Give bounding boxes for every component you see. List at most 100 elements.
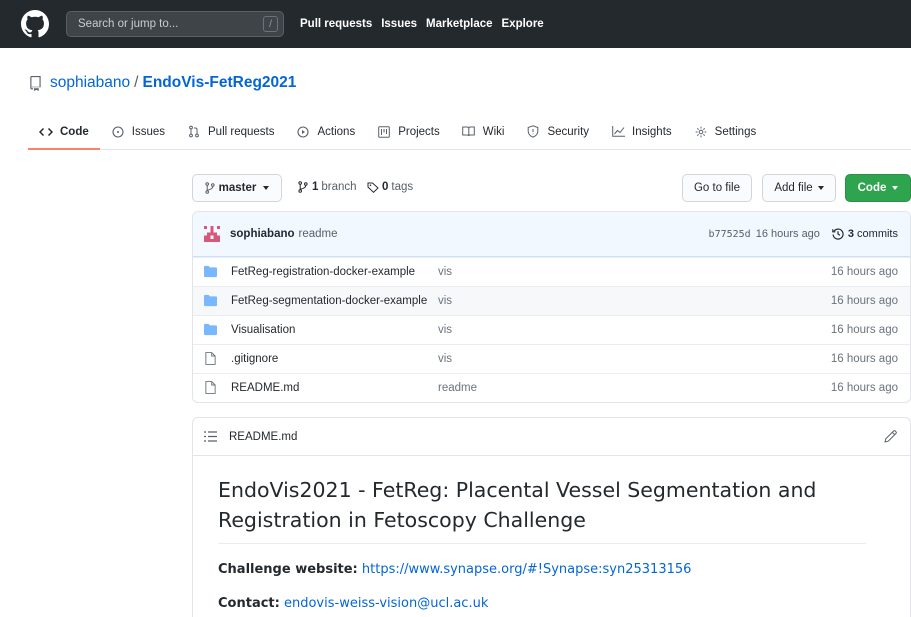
commit-message-link[interactable]: readme [299,228,338,240]
global-header: Search or jump to... / Pull requests Iss… [0,0,911,48]
tab-label: Security [547,125,590,138]
website-link[interactable]: https://www.synapse.org/#!Synapse:syn253… [362,562,692,577]
file-age: 16 hours ago [830,324,898,336]
go-to-file-button[interactable]: Go to file [682,174,752,202]
commit-details: b77525d 16 hours ago 3 commits [709,228,898,240]
tag-icon [367,182,379,193]
repo-owner-link[interactable]: sophiabano [50,74,130,92]
branch-icon [298,181,308,193]
tab-insights[interactable]: Insights [600,114,683,149]
challenge-website-line: Challenge website: https://www.synapse.o… [218,562,885,577]
file-name-link[interactable]: .gitignore [231,353,278,365]
file-row[interactable]: Visualisation vis 16 hours ago [193,315,910,344]
branch-select-button[interactable]: master [192,174,282,202]
github-logo-icon[interactable] [20,9,50,39]
chevron-down-icon [892,186,899,190]
commit-author-link[interactable]: sophiabano [230,228,295,240]
readme-filename: README.md [229,430,298,443]
tab-security[interactable]: Security [515,114,600,149]
avatar[interactable] [204,226,220,242]
branches-count: 1 [312,181,319,193]
add-file-label: Add file [774,182,813,194]
file-commit-link[interactable]: vis [438,353,452,365]
branches-link[interactable]: 1 branch [298,181,357,193]
tab-label: Wiki [482,125,505,138]
repo-separator: / [134,74,139,91]
issue-icon [111,125,125,139]
file-name-link[interactable]: FetReg-segmentation-docker-example [231,295,427,307]
file-navigation: master 1 branch 0 tags Go to file Add fi… [192,173,911,203]
readme-heading: EndoVis2021 - FetReg: Placental Vessel S… [218,475,866,544]
file-icon [205,352,216,365]
pencil-icon[interactable] [884,430,897,443]
list-icon[interactable] [204,430,217,443]
file-row[interactable]: README.md readme 16 hours ago [193,373,910,402]
file-commit-link[interactable]: vis [438,324,452,336]
tags-link[interactable]: 0 tags [367,181,413,193]
contact-label: Contact: [218,596,280,611]
tab-label: Actions [317,125,356,138]
commit-sha-link[interactable]: b77525d [709,229,751,240]
contact-email-link[interactable]: endovis-weiss-vision@ucl.ac.uk [284,596,488,611]
tab-wiki[interactable]: Wiki [451,114,516,149]
repo-title: sophiabano / EndoVis-FetReg2021 [28,74,296,92]
file-commit-link[interactable]: vis [438,295,452,307]
chevron-down-icon [263,186,270,190]
nav-issues[interactable]: Issues [381,18,417,30]
file-icon [205,381,216,394]
tab-label: Code [60,125,89,138]
commit-age: 16 hours ago [755,228,820,240]
file-row[interactable]: .gitignore vis 16 hours ago [193,344,910,373]
code-download-button[interactable]: Code [845,174,911,202]
folder-icon [204,265,217,278]
chevron-down-icon [817,186,824,190]
commits-link[interactable]: 3 commits [832,228,898,240]
nav-explore[interactable]: Explore [502,18,544,30]
readme-content: EndoVis2021 - FetReg: Placental Vessel S… [193,456,910,611]
commits-label: commits [857,228,898,240]
history-icon [832,228,844,240]
contact-line: Contact: endovis-weiss-vision@ucl.ac.uk [218,596,885,611]
file-listing: sophiabano readme b77525d 16 hours ago 3… [192,211,911,403]
file-age: 16 hours ago [830,295,898,307]
tab-settings[interactable]: Settings [683,114,768,149]
nav-marketplace[interactable]: Marketplace [426,18,492,30]
file-row[interactable]: FetReg-segmentation-docker-example vis 1… [193,286,910,315]
file-name-link[interactable]: FetReg-registration-docker-example [231,266,415,278]
tags-count: 0 [382,181,389,193]
file-name-link[interactable]: Visualisation [231,324,295,336]
shield-icon [526,125,540,139]
file-name-link[interactable]: README.md [231,382,299,394]
add-file-button[interactable]: Add file [762,174,836,202]
repo-tabs: Code Issues Pull requests Actions Projec… [28,114,911,150]
tab-label: Projects [398,125,440,138]
website-label: Challenge website: [218,562,358,577]
repo-name-link[interactable]: EndoVis-FetReg2021 [142,74,296,92]
file-commit-link[interactable]: vis [438,266,452,278]
commits-count: 3 [847,228,855,240]
graph-icon [611,125,625,139]
play-icon [296,125,310,139]
search-placeholder: Search or jump to... [78,18,179,30]
book-icon [462,125,476,139]
tab-actions[interactable]: Actions [285,114,366,149]
file-age: 16 hours ago [830,266,898,278]
tab-pull-requests[interactable]: Pull requests [176,114,285,149]
branches-label: branch [321,181,357,193]
search-input[interactable]: Search or jump to... / [66,11,284,37]
tab-code[interactable]: Code [28,114,100,150]
top-nav: Pull requests Issues Marketplace Explore [300,18,553,30]
project-icon [377,125,391,139]
file-row[interactable]: FetReg-registration-docker-example vis 1… [193,257,910,286]
folder-icon [204,323,217,336]
latest-commit-bar: sophiabano readme b77525d 16 hours ago 3… [193,212,910,257]
file-age: 16 hours ago [830,382,898,394]
nav-pull-requests[interactable]: Pull requests [300,18,372,30]
branch-name: master [218,182,257,194]
folder-icon [204,294,217,307]
tab-issues[interactable]: Issues [100,114,176,149]
code-icon [39,125,53,139]
tab-label: Settings [714,125,757,138]
tab-projects[interactable]: Projects [366,114,451,149]
file-commit-link[interactable]: readme [438,382,477,394]
